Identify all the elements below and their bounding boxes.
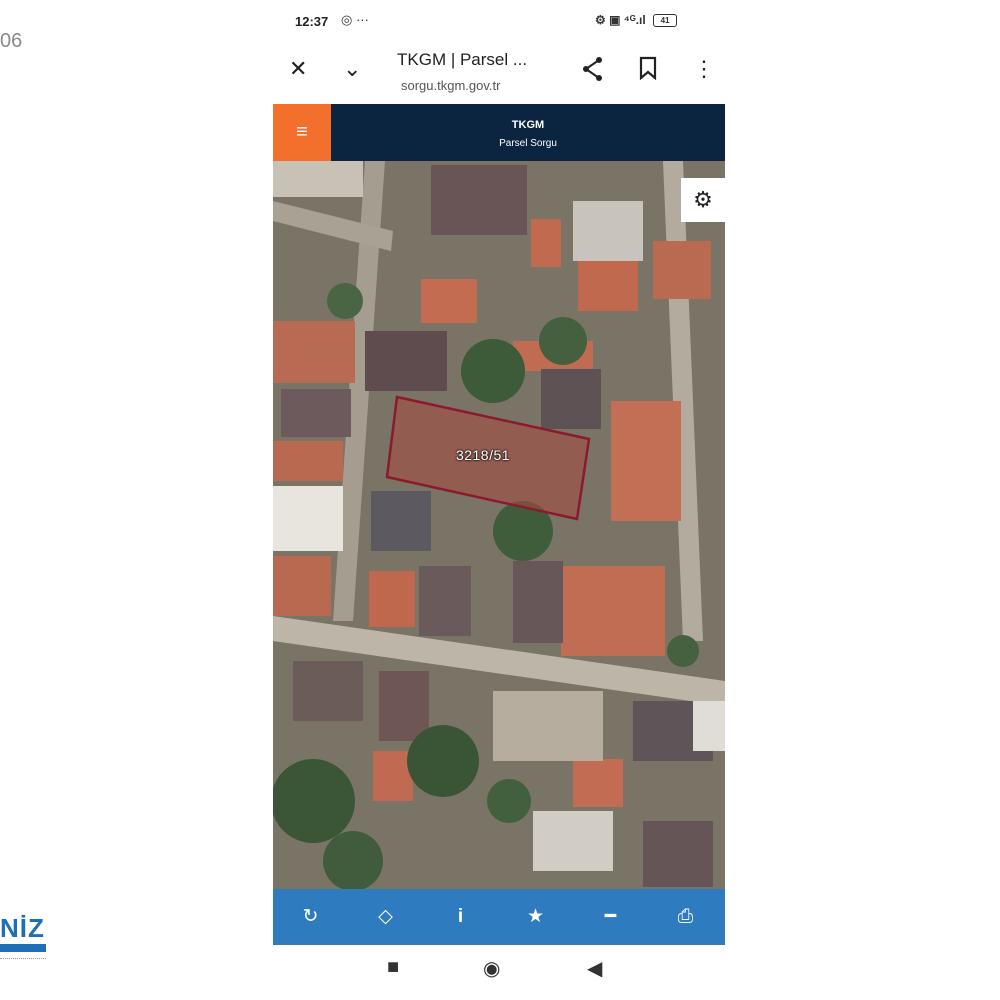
system-nav-bar: ■ ◉ ◀	[273, 948, 725, 998]
status-notification-icons: ◎ ···	[341, 12, 369, 27]
page-title: TKGM | Parsel ...	[397, 50, 528, 69]
print-button[interactable]: ⎙	[648, 889, 723, 945]
status-time: 12:37	[295, 14, 329, 29]
star-icon: ★	[526, 906, 545, 927]
measure-button[interactable]: ━	[573, 889, 648, 945]
map-settings-button[interactable]: ⚙	[681, 178, 725, 222]
more-vertical-icon[interactable]: ⋮	[693, 56, 715, 82]
recents-button[interactable]: ■	[387, 956, 399, 979]
battery-icon: 41	[653, 14, 678, 28]
recents-icon: ■	[387, 956, 400, 978]
bookmark-icon-glyph	[639, 56, 657, 81]
background-time-fragment: 06	[0, 30, 23, 52]
app-title: TKGM	[511, 119, 545, 131]
refresh-icon: ↻	[302, 906, 319, 927]
logo-bar	[0, 944, 46, 952]
measure-icon: ━	[604, 906, 617, 927]
home-icon: ◉	[483, 958, 501, 980]
status-signal-icons: ⚙ ▣ ⁴ᴳ.ıl 41	[595, 13, 678, 28]
satellite-map[interactable]: ⚙ 3218/51	[273, 161, 725, 889]
map-toolbar: ↻ ◇ i ★ ━ ⎙	[273, 889, 725, 945]
browser-toolbar: ✕ ⌄ TKGM | Parsel ... sorgu.tkgm.gov.tr …	[273, 44, 725, 100]
watermark-logo: NİZ	[0, 914, 48, 959]
parcel-label[interactable]: 3218/51	[423, 447, 543, 463]
map-imagery	[273, 161, 725, 889]
app-subtitle: Parsel Sorgu	[499, 138, 557, 149]
back-button[interactable]: ◀	[587, 956, 602, 981]
bookmark-icon[interactable]	[639, 56, 657, 86]
phone-screen: 12:37 ◎ ··· ⚙ ▣ ⁴ᴳ.ıl 41 ✕ ⌄ TKGM | Pars…	[273, 0, 725, 1000]
hamburger-icon: ≡	[296, 121, 308, 143]
home-button[interactable]: ◉	[483, 956, 500, 981]
refresh-button[interactable]: ↻	[273, 889, 348, 945]
locate-icon: ◇	[378, 906, 393, 927]
info-icon: i	[457, 906, 464, 927]
favorite-button[interactable]: ★	[498, 889, 573, 945]
logo-text: NİZ	[0, 913, 45, 943]
signal-icon: ⚙ ▣ ⁴ᴳ.ıl	[595, 13, 646, 27]
logo-subline	[0, 954, 46, 959]
info-button[interactable]: i	[423, 889, 498, 945]
app-header: ≡ TKGM Parsel Sorgu	[273, 104, 725, 161]
locate-button[interactable]: ◇	[348, 889, 423, 945]
back-icon: ◀	[587, 958, 603, 980]
page-url[interactable]: sorgu.tkgm.gov.tr	[401, 78, 500, 93]
gear-icon: ⚙	[693, 187, 713, 212]
share-icon-glyph	[583, 57, 602, 81]
close-icon[interactable]: ✕	[289, 56, 307, 82]
hamburger-menu-button[interactable]: ≡	[273, 104, 331, 161]
status-bar: 12:37 ◎ ··· ⚙ ▣ ⁴ᴳ.ıl 41	[273, 10, 725, 34]
chevron-down-icon[interactable]: ⌄	[343, 56, 361, 82]
print-icon: ⎙	[677, 906, 694, 927]
share-icon[interactable]	[581, 56, 605, 88]
